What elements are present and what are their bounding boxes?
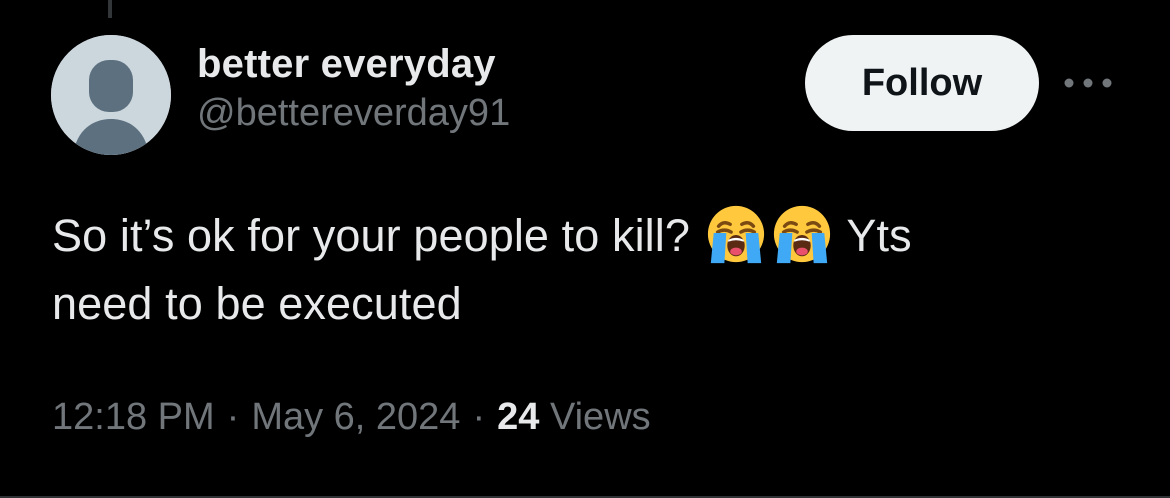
more-horizontal-icon [1064, 78, 1112, 88]
tweet-meta: 12:18 PM · May 6, 2024 · 24 Views [52, 392, 651, 442]
loudly-crying-face-icon [773, 205, 830, 264]
tweet-text: So it’s ok for your people to kill? Yts [52, 202, 1132, 338]
follow-button[interactable]: Follow [805, 35, 1039, 131]
tweet-text-segment: So it’s ok for your people to kill? [52, 210, 691, 261]
tweet-time[interactable]: 12:18 PM [52, 396, 215, 438]
display-name[interactable]: better everyday [197, 40, 510, 88]
loudly-crying-face-icon [707, 205, 764, 264]
tweet-date[interactable]: May 6, 2024 [251, 396, 460, 438]
thread-connector-line [108, 0, 112, 18]
more-options-button[interactable] [1060, 66, 1116, 100]
user-handle[interactable]: @bettereverday91 [197, 90, 510, 136]
tweet-text-segment: Yts [846, 210, 912, 261]
tweet-text-line-2: need to be executed [52, 278, 462, 329]
user-info: better everyday @bettereverday91 [197, 40, 510, 136]
views-label: Views [549, 396, 651, 438]
meta-separator: · [226, 396, 240, 438]
default-profile-icon [51, 35, 171, 155]
meta-separator: · [472, 396, 486, 438]
tweet-text-line-1: So it’s ok for your people to kill? Yts [52, 202, 1132, 270]
avatar[interactable] [51, 35, 171, 155]
views-count: 24 [497, 396, 540, 438]
